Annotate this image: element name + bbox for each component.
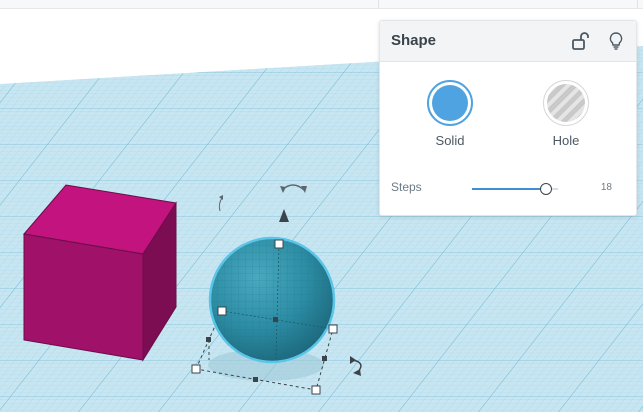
cube-shape[interactable] [23,184,177,362]
steps-row: Steps 18 [380,171,636,205]
steps-value: 18 [600,182,612,193]
toolbar-divider [637,0,638,8]
resize-handle-bottom-right[interactable] [311,385,321,395]
steps-slider[interactable] [472,183,558,195]
unlock-icon[interactable] [571,31,589,51]
edge-handle-right[interactable] [322,356,327,361]
resize-handle-right[interactable] [328,324,338,334]
hole-label: Hole [552,133,580,148]
edge-handle-left[interactable] [206,337,211,342]
edge-handle-bottom[interactable] [253,377,258,382]
resize-handle-top[interactable] [274,239,284,249]
top-toolbar [0,0,643,9]
sphere-shape[interactable] [208,236,336,364]
resize-handle-bottom-left[interactable] [191,364,201,374]
solid-option[interactable]: Solid [415,77,485,173]
steps-slider-fill [472,188,546,190]
hole-option[interactable]: Hole [531,77,601,173]
center-handle[interactable] [273,317,278,322]
steps-slider-thumb[interactable] [539,183,552,195]
panel-title: Shape [391,32,437,49]
resize-handle-left[interactable] [217,306,227,316]
hole-swatch[interactable] [543,80,589,126]
solid-label: Solid [435,133,465,148]
shape-inspector-panel: Shape Solid Hole Steps 18 [379,20,637,216]
lightbulb-icon[interactable] [607,31,625,51]
panel-header: Shape [380,21,636,62]
solid-swatch[interactable] [427,80,473,126]
toolbar-divider [378,0,379,8]
steps-label: Steps [391,180,422,194]
